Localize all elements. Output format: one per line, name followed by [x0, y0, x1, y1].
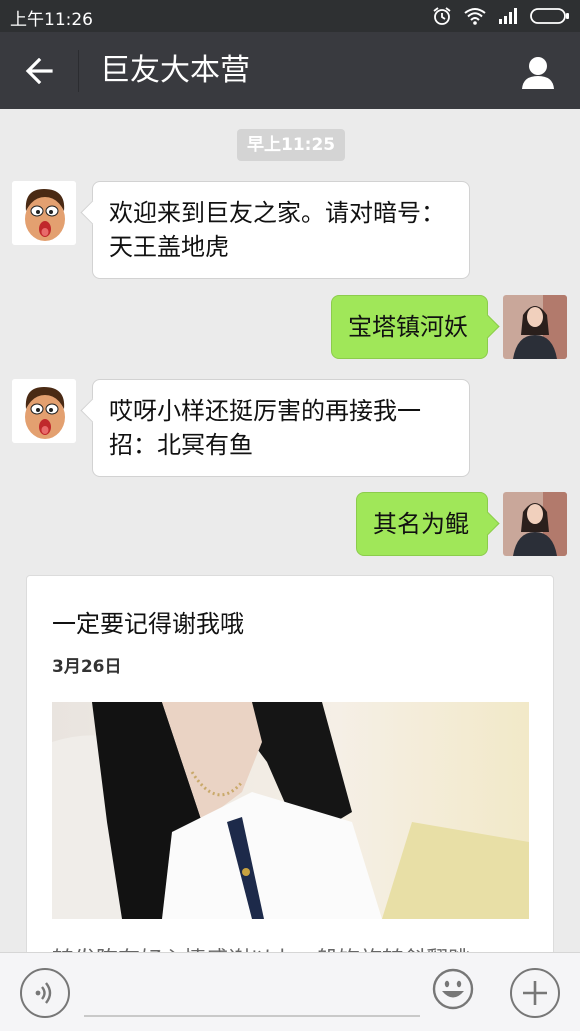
message-text: 欢迎来到巨友之家。请对暗号：天王盖地虎	[109, 199, 445, 261]
sender-avatar[interactable]	[12, 181, 76, 245]
chat-area[interactable]: 早上11:25 欢迎来到巨友之家。请对暗号：天王盖地虎 宝塔镇河妖 哎呀小样还挺…	[0, 109, 580, 952]
emoji-button[interactable]	[432, 968, 474, 1010]
message-bubble-outgoing[interactable]: 其名为鲲	[356, 492, 488, 556]
person-icon	[522, 57, 554, 89]
sender-avatar[interactable]	[12, 379, 76, 443]
status-bar: 上午11:26	[0, 0, 580, 32]
battery-icon	[530, 8, 569, 24]
message-text: 哎呀小样还挺厉害的再接我一招：北冥有鱼	[109, 397, 421, 459]
card-snippet: 转发陈有好心情感谢以上一般饰旋转斜翻跳	[52, 942, 470, 952]
photo-thumbnail-icon	[52, 702, 529, 919]
message-bubble-outgoing[interactable]: 宝塔镇河妖	[331, 295, 488, 359]
user-photo-icon	[503, 492, 567, 556]
title-divider	[78, 50, 79, 92]
user-photo-icon	[503, 295, 567, 359]
my-avatar[interactable]	[503, 295, 567, 359]
profile-button[interactable]	[518, 52, 558, 92]
voice-icon	[35, 982, 52, 1004]
alarm-icon	[433, 7, 451, 25]
message-bubble-incoming[interactable]: 欢迎来到巨友之家。请对暗号：天王盖地虎	[92, 181, 470, 279]
chat-title: 巨友大本营	[100, 53, 250, 88]
wifi-icon	[464, 8, 486, 25]
status-icons	[432, 6, 570, 26]
timestamp-badge: 早上11:25	[237, 129, 346, 161]
title-bar: 巨友大本营	[0, 32, 580, 109]
card-date: 3月26日	[52, 657, 122, 677]
more-options-button[interactable]	[510, 968, 560, 1018]
voice-button[interactable]	[20, 968, 70, 1018]
message-bubble-incoming[interactable]: 哎呀小样还挺厉害的再接我一招：北冥有鱼	[92, 379, 470, 477]
card-title: 一定要记得谢我哦	[52, 610, 244, 638]
card-thumbnail	[52, 702, 529, 919]
signal-icon	[499, 8, 517, 24]
cartoon-face-icon	[12, 379, 76, 443]
back-button[interactable]	[18, 52, 60, 90]
message-text: 宝塔镇河妖	[348, 313, 468, 341]
message-text: 其名为鲲	[373, 510, 469, 538]
status-time: 上午11:26	[10, 10, 93, 30]
shared-article-card[interactable]: 一定要记得谢我哦 3月26日	[26, 575, 554, 952]
emoji-icon	[432, 968, 474, 1010]
message-input[interactable]	[84, 971, 420, 1017]
my-avatar[interactable]	[503, 492, 567, 556]
cartoon-face-icon	[12, 181, 76, 245]
input-bar	[0, 952, 580, 1031]
plus-icon	[523, 981, 547, 1005]
back-arrow-icon	[25, 58, 53, 84]
